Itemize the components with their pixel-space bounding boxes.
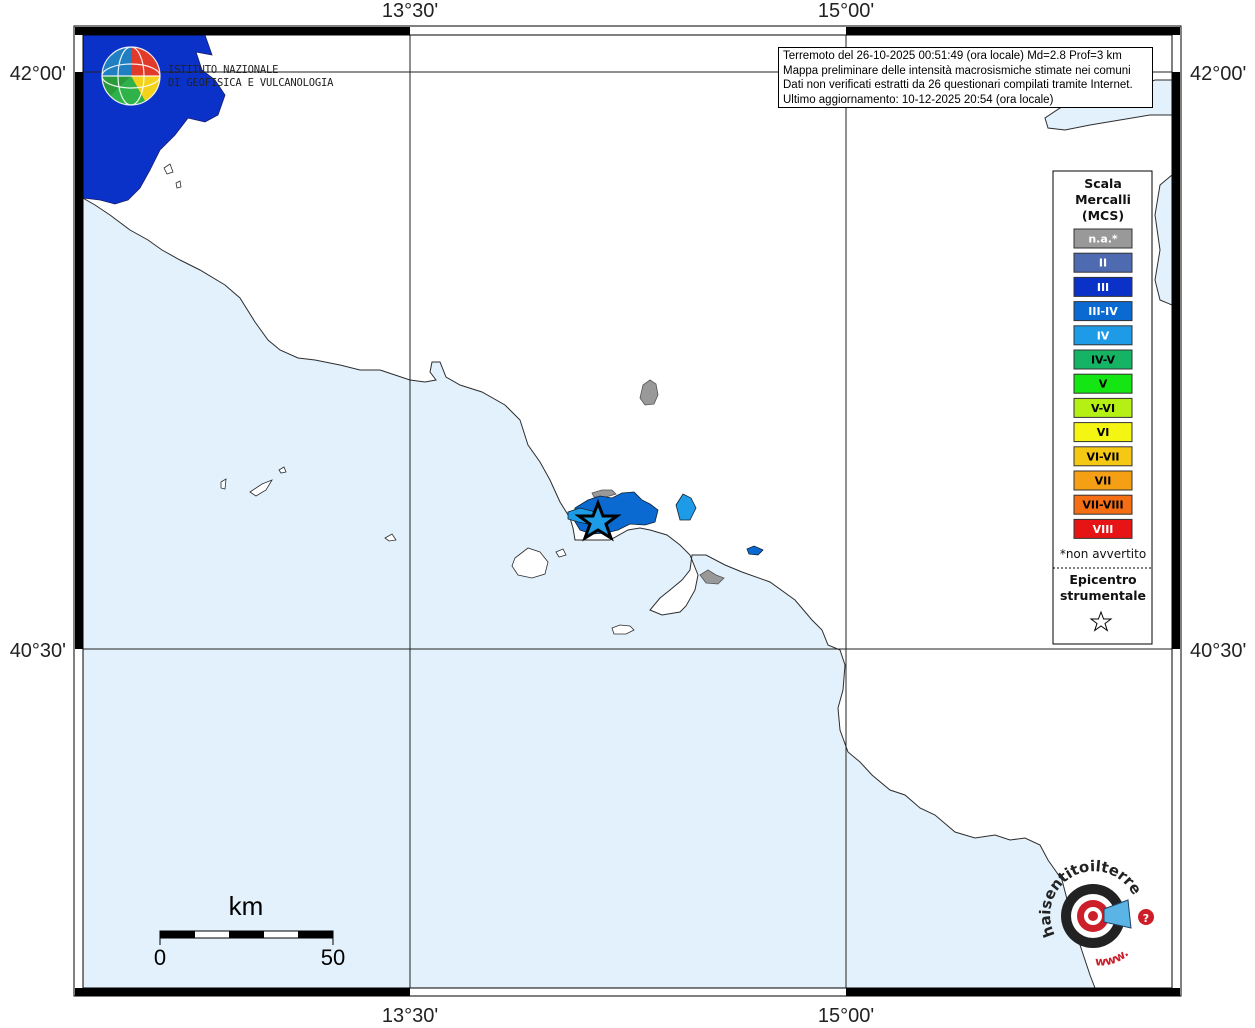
legend-epicenter-2: strumentale [1060, 588, 1146, 603]
info-line-3: Dati non verificati estratti da 26 quest… [783, 79, 1133, 91]
legend-title-1: Scala [1084, 176, 1122, 191]
legend-class-label: VII-VIII [1082, 499, 1123, 512]
legend-note: *non avvertito [1060, 547, 1146, 561]
legend-class-label: IV [1097, 329, 1110, 342]
scale-min: 0 [154, 945, 166, 970]
ingv-line-1: ISTITUTO NAZIONALE [168, 64, 279, 76]
mcs-legend: Scala Mercalli (MCS) n.a.*IIIIIIII-IVIVI… [1052, 170, 1153, 645]
lat-label-left-1: 42°00' [10, 63, 66, 85]
intensity-map: 13°30' 15°00' 13°30' 15°00' 42°00' 40°30… [0, 0, 1255, 1027]
legend-class-label: V [1099, 378, 1108, 391]
legend-title-3: (MCS) [1082, 208, 1124, 223]
legend-class-label: VII [1095, 475, 1112, 488]
legend-class-label: VI-VII [1086, 450, 1119, 463]
legend-class-label: II [1099, 257, 1107, 270]
legend-epicenter-1: Epicentro [1069, 572, 1137, 587]
svg-text:?: ? [1143, 912, 1149, 925]
lat-label-right-1: 42°00' [1190, 63, 1246, 85]
legend-class-label: III-IV [1088, 305, 1118, 318]
lat-label-left-2: 40°30' [10, 640, 66, 662]
info-line-2: Mappa preliminare delle intensità macros… [783, 64, 1131, 77]
legend-class-label: n.a.* [1088, 233, 1118, 246]
ingv-logo-text: ISTITUTO NAZIONALE DI GEOFISICA E VULCAN… [168, 64, 333, 90]
legend-class-label: IV-V [1091, 354, 1116, 367]
legend-class-label: V-VI [1091, 402, 1115, 415]
legend-class-label: III [1097, 281, 1109, 294]
ingv-line-2: DI GEOFISICA E VULCANOLOGIA [168, 77, 334, 89]
info-line-4: Ultimo aggiornamento: 10-12-2025 20:54 (… [783, 93, 1054, 106]
event-info-box: Terremoto del 26-10-2025 00:51:49 (ora l… [778, 47, 1153, 108]
legend-title-2: Mercalli [1075, 192, 1131, 207]
scale-unit: km [229, 891, 264, 921]
info-line-1: Terremoto del 26-10-2025 00:51:49 (ora l… [783, 50, 1122, 62]
lon-label-bottom-2: 15°00' [818, 1005, 874, 1024]
lat-label-right-2: 40°30' [1190, 640, 1246, 662]
legend-class-label: VI [1097, 426, 1110, 439]
scale-max: 50 [321, 945, 345, 970]
lon-label-top-1: 13°30' [382, 0, 438, 22]
lon-label-bottom-1: 13°30' [382, 1005, 438, 1024]
map-svg: 13°30' 15°00' 13°30' 15°00' 42°00' 40°30… [0, 0, 1246, 1027]
ingv-globe-icon [101, 46, 161, 106]
lon-label-top-2: 15°00' [818, 0, 874, 22]
legend-class-label: VIII [1093, 523, 1114, 536]
